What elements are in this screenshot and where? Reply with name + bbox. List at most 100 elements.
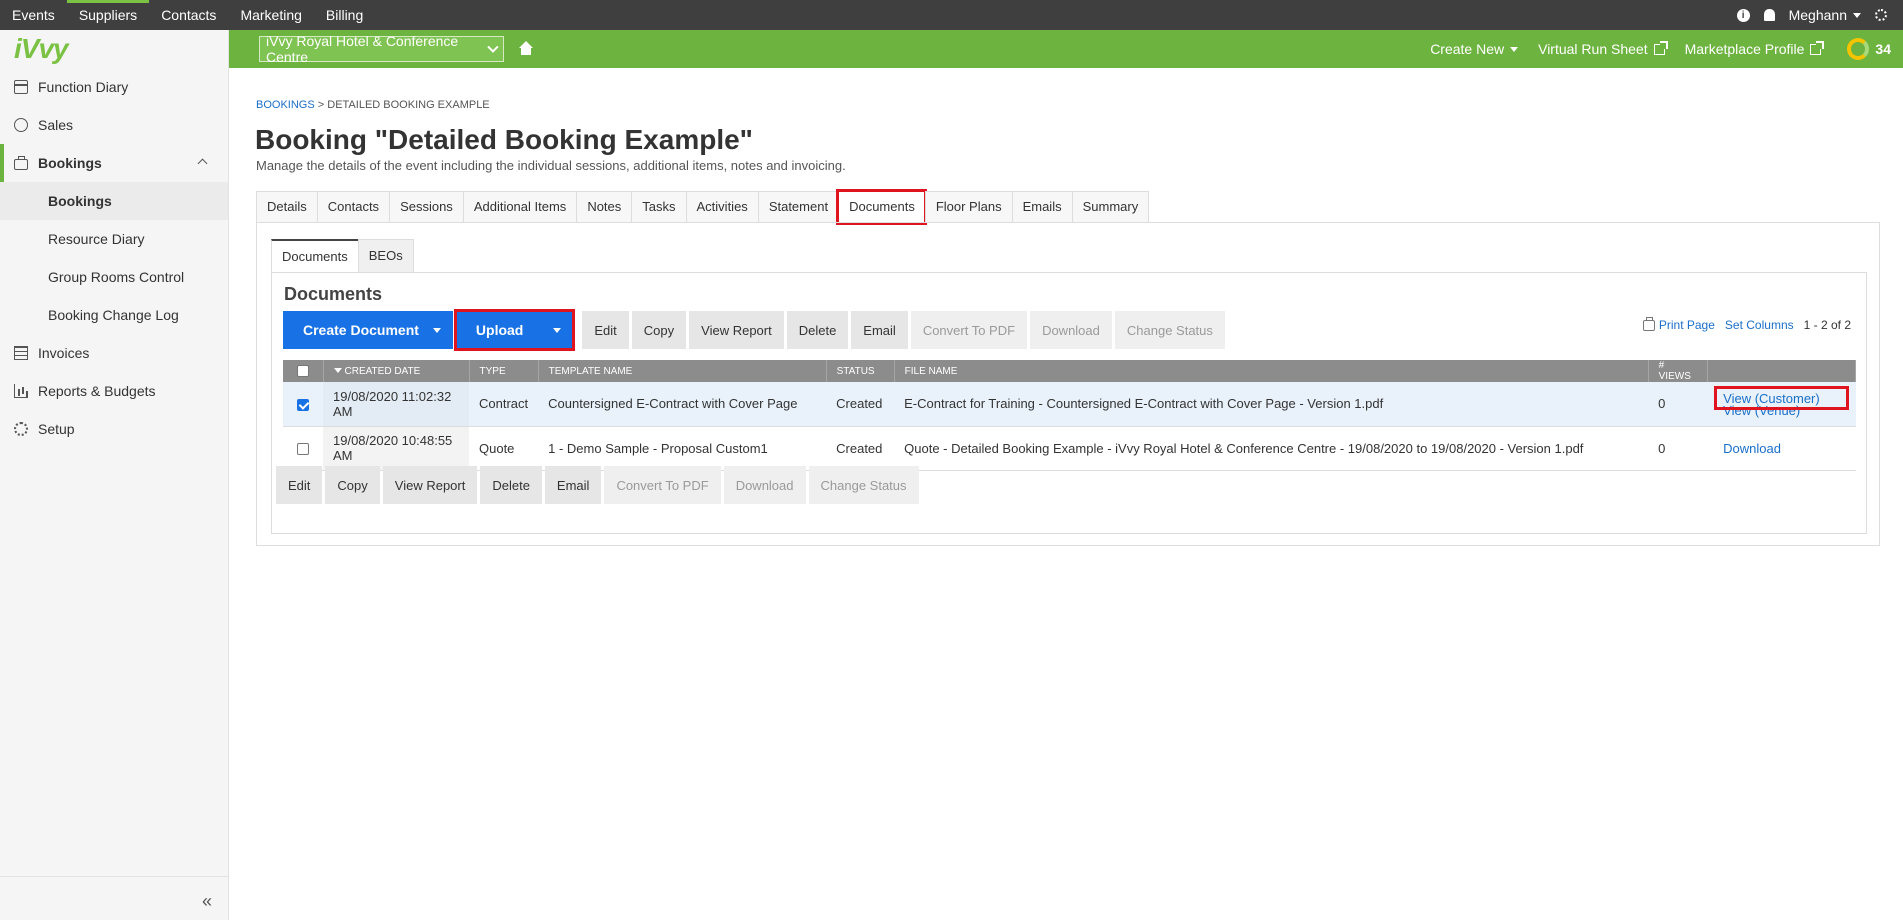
documents-bottom-toolbar: Edit Copy View Report Delete Email Conve… xyxy=(276,466,919,504)
user-menu[interactable]: Meghann xyxy=(1789,7,1861,23)
chevron-down-icon[interactable] xyxy=(553,327,562,333)
col-status[interactable]: Status xyxy=(826,360,895,382)
copy-button[interactable]: Copy xyxy=(631,311,687,349)
info-icon[interactable]: i xyxy=(1736,8,1750,22)
tab-sessions[interactable]: Sessions xyxy=(389,191,463,223)
view-venue-link[interactable]: View (Venue) xyxy=(1717,403,1845,418)
topnav-billing[interactable]: Billing xyxy=(314,0,375,30)
convert-to-pdf-button[interactable]: Convert To PDF xyxy=(910,311,1028,349)
topnav-contacts[interactable]: Contacts xyxy=(149,0,228,30)
row-select-cell xyxy=(283,382,323,427)
col-created-date[interactable]: Created Date xyxy=(323,360,470,382)
sidebar-subitem-booking-change-log[interactable]: Booking Change Log xyxy=(0,296,228,334)
tab-summary[interactable]: Summary xyxy=(1071,191,1150,223)
download-button[interactable]: Download xyxy=(723,466,806,504)
sidebar-item-setup[interactable]: Setup xyxy=(0,410,228,448)
select-all-checkbox[interactable] xyxy=(296,365,309,377)
sidebar-item-bookings[interactable]: Bookings xyxy=(0,144,228,182)
download-button[interactable]: Download xyxy=(1030,311,1112,349)
virtual-run-sheet-link[interactable]: Virtual Run Sheet xyxy=(1528,40,1674,57)
email-button[interactable]: Email xyxy=(544,466,602,504)
file-name-cell: Quote - Detailed Booking Example - iVvy … xyxy=(894,426,1649,471)
breadcrumb-bookings[interactable]: BOOKINGS xyxy=(256,99,315,111)
sales-icon xyxy=(14,118,28,132)
file-name-cell: E-Contract for Training - Countersigned … xyxy=(894,382,1649,427)
logo[interactable]: iVvy xyxy=(0,30,228,68)
home-icon[interactable] xyxy=(518,41,534,57)
table-row[interactable]: 19/08/2020 10:48:55 AM Quote 1 - Demo Sa… xyxy=(283,426,1856,471)
marketplace-profile-link[interactable]: Marketplace Profile xyxy=(1675,40,1832,57)
tab-additional-items[interactable]: Additional Items xyxy=(462,191,577,223)
copy-button[interactable]: Copy xyxy=(325,466,380,504)
create-document-button[interactable]: Create Document xyxy=(283,311,453,349)
sidebar: iVvy Function Diary Sales Bookings Booki… xyxy=(0,30,229,920)
documents-toolbar: Create Document Upload Edit Copy View Re… xyxy=(283,309,1225,351)
type-cell: Contract xyxy=(469,382,539,427)
subtab-documents[interactable]: Documents xyxy=(271,239,358,273)
tab-documents[interactable]: Documents xyxy=(836,189,927,225)
tab-floor-plans[interactable]: Floor Plans xyxy=(924,191,1012,223)
chevron-down-icon xyxy=(1510,46,1519,52)
breadcrumb-separator: > xyxy=(317,99,325,111)
venue-select[interactable]: iVvy Royal Hotel & Conference Centre xyxy=(259,33,504,65)
briefcase-icon xyxy=(14,156,28,170)
email-button[interactable]: Email xyxy=(851,311,908,349)
col-template-name[interactable]: Template Name xyxy=(538,360,827,382)
bell-icon[interactable] xyxy=(1763,9,1775,21)
tab-statement[interactable]: Statement xyxy=(757,191,839,223)
sidebar-item-invoices[interactable]: Invoices xyxy=(0,334,228,372)
gear-icon[interactable] xyxy=(1875,9,1887,21)
delete-button[interactable]: Delete xyxy=(480,466,542,504)
delete-button[interactable]: Delete xyxy=(786,311,849,349)
create-new-menu[interactable]: Create New xyxy=(1420,41,1528,57)
edit-button[interactable]: Edit xyxy=(276,466,323,504)
tab-tasks[interactable]: Tasks xyxy=(631,191,686,223)
user-name: Meghann xyxy=(1788,7,1847,23)
col-views[interactable]: # Views xyxy=(1648,360,1708,382)
select-all-header xyxy=(283,360,324,382)
chevron-down-icon[interactable] xyxy=(432,327,441,333)
change-status-button[interactable]: Change Status xyxy=(808,466,919,504)
print-page-link[interactable]: Print Page xyxy=(1642,317,1715,332)
sidebar-subitem-resource-diary[interactable]: Resource Diary xyxy=(0,220,228,258)
table-row[interactable]: 19/08/2020 11:02:32 AM Contract Counters… xyxy=(283,382,1856,427)
sidebar-item-reports-budgets[interactable]: Reports & Budgets xyxy=(0,372,228,410)
tab-emails[interactable]: Emails xyxy=(1011,191,1072,223)
change-status-button[interactable]: Change Status xyxy=(1114,311,1225,349)
edit-button[interactable]: Edit xyxy=(582,311,629,349)
sidebar-subitem-group-rooms-control[interactable]: Group Rooms Control xyxy=(0,258,228,296)
profile-score[interactable]: 34 xyxy=(1831,38,1903,60)
top-bar: Events Suppliers Contacts Marketing Bill… xyxy=(0,0,1903,30)
col-file-name[interactable]: File Name xyxy=(894,360,1649,382)
tab-notes[interactable]: Notes xyxy=(576,191,632,223)
download-link[interactable]: Download xyxy=(1717,441,1845,456)
topnav-suppliers[interactable]: Suppliers xyxy=(66,0,150,30)
sidebar-item-function-diary[interactable]: Function Diary xyxy=(0,68,228,106)
topnav-events[interactable]: Events xyxy=(0,0,67,30)
row-select-cell xyxy=(283,426,323,471)
convert-to-pdf-button[interactable]: Convert To PDF xyxy=(604,466,721,504)
sidebar-item-sales[interactable]: Sales xyxy=(0,106,228,144)
template-name-cell: 1 - Demo Sample - Proposal Custom1 xyxy=(538,426,827,471)
documents-table: Created Date Type Template Name Status F… xyxy=(283,360,1857,471)
collapse-sidebar-icon[interactable]: « xyxy=(202,891,212,912)
created-date-cell: 19/08/2020 10:48:55 AM xyxy=(323,426,469,471)
marketplace-profile-label: Marketplace Profile xyxy=(1684,41,1805,57)
venue-bar: iVvy Royal Hotel & Conference Centre Cre… xyxy=(229,30,1903,68)
view-report-button[interactable]: View Report xyxy=(689,311,784,349)
sidebar-subitem-bookings[interactable]: Bookings xyxy=(0,182,228,220)
row-checkbox[interactable] xyxy=(297,443,309,456)
set-columns-link[interactable]: Set Columns xyxy=(1725,318,1794,332)
tab-contacts[interactable]: Contacts xyxy=(316,191,390,223)
created-date-cell: 19/08/2020 11:02:32 AM xyxy=(323,382,469,427)
col-type[interactable]: Type xyxy=(469,360,539,382)
row-checkbox[interactable] xyxy=(297,398,309,411)
tab-details[interactable]: Details xyxy=(256,191,317,223)
breadcrumb-current: DETAILED BOOKING EXAMPLE xyxy=(327,99,490,111)
upload-button[interactable]: Upload xyxy=(453,309,576,351)
topnav-marketing[interactable]: Marketing xyxy=(228,0,313,30)
view-report-button[interactable]: View Report xyxy=(382,466,478,504)
subtab-beos[interactable]: BEOs xyxy=(357,239,414,273)
chart-icon xyxy=(14,384,28,398)
tab-activities[interactable]: Activities xyxy=(685,191,758,223)
